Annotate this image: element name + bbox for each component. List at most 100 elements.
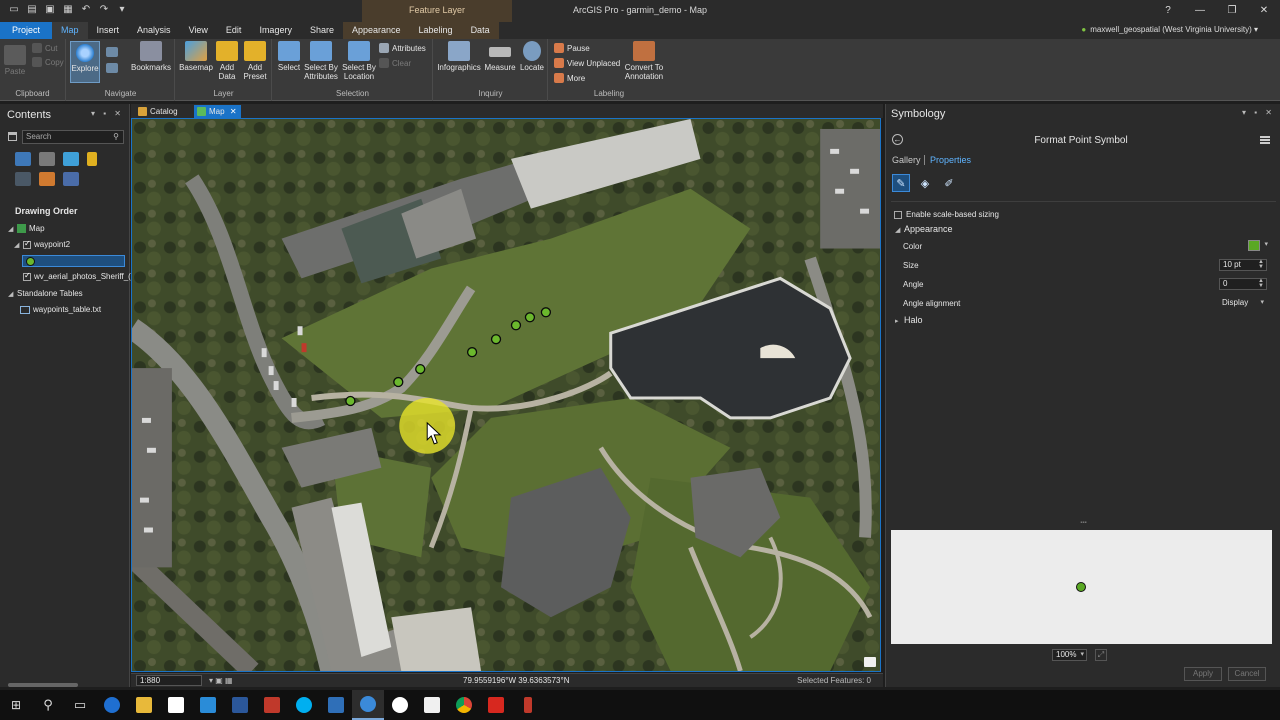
map-view[interactable]	[131, 118, 881, 672]
tab-share[interactable]: Share	[301, 22, 343, 39]
convert-to-annotation-button[interactable]: Convert To Annotation	[621, 41, 667, 81]
cancel-button[interactable]: Cancel	[1228, 667, 1266, 681]
structure-tool-button[interactable]: ✐	[940, 174, 958, 192]
list-by-editing-icon[interactable]	[87, 152, 97, 166]
horizontal-scrollbar[interactable]	[8, 683, 78, 687]
list-by-source-icon[interactable]	[39, 152, 55, 166]
start-button[interactable]: ⊞	[0, 690, 32, 720]
filter-icon[interactable]	[8, 132, 17, 141]
undo-icon[interactable]: ↶	[80, 4, 92, 16]
maximize-button[interactable]: ❐	[1216, 0, 1248, 22]
customize-toolbar-icon[interactable]: ▾	[116, 4, 128, 16]
waypoint-point[interactable]	[393, 376, 404, 388]
taskbar-acrobat[interactable]	[480, 690, 512, 720]
taskbar-camtasia[interactable]	[416, 690, 448, 720]
collapse-caret-icon[interactable]: ◢	[8, 225, 14, 233]
attributes-button[interactable]: Attributes	[379, 43, 426, 53]
taskbar-explorer[interactable]	[128, 690, 160, 720]
close-tab-icon[interactable]: ✕	[230, 105, 237, 118]
taskbar-app[interactable]	[256, 690, 288, 720]
waypoint-point[interactable]	[540, 307, 552, 318]
list-by-selection-icon[interactable]	[63, 152, 79, 166]
taskbar-obs[interactable]	[384, 690, 416, 720]
tab-edit[interactable]: Edit	[217, 22, 251, 39]
pane-controls[interactable]: ▾ ▪ ✕	[1242, 108, 1275, 117]
tab-labeling[interactable]: Labeling	[409, 22, 462, 39]
list-by-charts-icon[interactable]	[63, 172, 79, 186]
tree-item-aerial-layer[interactable]: wv_aerial_photos_Sheriff_(	[14, 271, 131, 281]
tab-gallery[interactable]: Gallery	[892, 155, 921, 165]
taskbar-vs[interactable]	[192, 690, 224, 720]
minimize-button[interactable]: —	[1184, 0, 1216, 22]
taskbar-edge[interactable]	[96, 690, 128, 720]
taskbar-word[interactable]	[224, 690, 256, 720]
waypoint-point[interactable]	[345, 395, 356, 407]
search-button[interactable]: ⚲	[32, 690, 64, 720]
tab-project[interactable]: Project	[0, 22, 53, 39]
more-labeling-button[interactable]: More	[554, 73, 585, 83]
notification-icon[interactable]	[864, 657, 876, 667]
scale-based-sizing-checkbox[interactable]	[894, 210, 902, 219]
view-unplaced-button[interactable]: View Unplaced	[554, 58, 620, 68]
tab-catalog[interactable]: Catalog	[135, 105, 178, 118]
contents-search-input[interactable]: Search ⚲	[22, 130, 124, 144]
save-icon[interactable]: ▣	[44, 4, 56, 16]
add-data-button[interactable]: Add Data	[215, 41, 239, 81]
layer-visibility-checkbox[interactable]	[23, 271, 31, 281]
copy-button[interactable]: Copy	[32, 57, 64, 67]
previous-extent-button[interactable]	[104, 63, 120, 75]
tab-map[interactable]: Map	[52, 22, 88, 39]
infographics-button[interactable]: Infographics	[436, 41, 482, 72]
taskbar-chrome[interactable]	[448, 690, 480, 720]
size-input[interactable]: 10 pt ▲ ▼	[1219, 259, 1267, 271]
preview-zoom-dropdown[interactable]: 100%	[1052, 649, 1087, 661]
layers-tool-button[interactable]: ◈	[916, 174, 934, 192]
tab-data[interactable]: Data	[461, 22, 499, 39]
waypoint-point[interactable]	[415, 363, 426, 375]
pane-splitter[interactable]: ▪▪▪	[886, 520, 1280, 527]
close-button[interactable]: ✕	[1248, 0, 1280, 22]
taskbar-arcgis-pro[interactable]	[352, 690, 384, 720]
collapse-caret-icon[interactable]: ◢	[8, 290, 14, 298]
taskbar-app3[interactable]	[512, 690, 544, 720]
locate-button[interactable]: Locate	[519, 41, 545, 72]
waypoint-point[interactable]	[524, 312, 536, 323]
color-picker[interactable]	[1248, 240, 1268, 252]
tab-properties[interactable]: Properties	[930, 155, 971, 165]
spinner-icon[interactable]: ▲ ▼	[1258, 259, 1264, 270]
scale-selector[interactable]: 1:880	[136, 675, 202, 686]
tab-map-view[interactable]: Map ✕	[194, 105, 241, 118]
waypoint-point[interactable]	[510, 320, 522, 331]
halo-section[interactable]: ▸ Halo	[895, 315, 923, 325]
spinner-icon[interactable]: ▲ ▼	[1258, 278, 1264, 289]
taskbar-store[interactable]	[160, 690, 192, 720]
task-view-button[interactable]: ▭	[64, 690, 96, 720]
paste-button[interactable]: Paste	[4, 45, 26, 76]
user-account[interactable]: maxwell_geospatial (West Virginia Univer…	[1081, 25, 1258, 34]
zoom-in-fixed-button[interactable]	[104, 47, 120, 59]
symbol-tool-button[interactable]: ✎	[892, 174, 910, 192]
angle-alignment-dropdown[interactable]: Display	[1219, 297, 1267, 309]
add-preset-button[interactable]: Add Preset	[242, 41, 268, 81]
collapse-caret-icon[interactable]: ◢	[14, 241, 20, 249]
tab-imagery[interactable]: Imagery	[250, 22, 301, 39]
tab-view[interactable]: View	[180, 22, 217, 39]
layer-visibility-checkbox[interactable]	[23, 239, 31, 249]
apply-button[interactable]: Apply	[1184, 667, 1222, 681]
redo-icon[interactable]: ↷	[98, 4, 110, 16]
measure-button[interactable]: Measure	[484, 41, 516, 72]
back-arrow-icon[interactable]: ←	[892, 134, 903, 145]
open-project-icon[interactable]: ▤	[26, 4, 38, 16]
waypoint-point[interactable]	[490, 334, 502, 345]
list-by-snapping-icon[interactable]	[15, 172, 31, 186]
scale-tools-icons[interactable]: ▾ ▣ ▦	[209, 676, 233, 685]
tree-item-waypoints-table[interactable]: waypoints_table.txt	[20, 305, 101, 314]
select-button[interactable]: Select	[277, 41, 301, 72]
pane-controls[interactable]: ▾ ▪ ✕	[91, 109, 124, 118]
help-button[interactable]: ?	[1152, 0, 1184, 22]
basemap-button[interactable]: Basemap	[179, 41, 213, 72]
cut-button[interactable]: Cut	[32, 43, 57, 53]
tab-appearance[interactable]: Appearance	[342, 22, 410, 39]
bookmarks-button[interactable]: Bookmarks	[131, 41, 171, 72]
tab-insert[interactable]: Insert	[88, 22, 129, 39]
